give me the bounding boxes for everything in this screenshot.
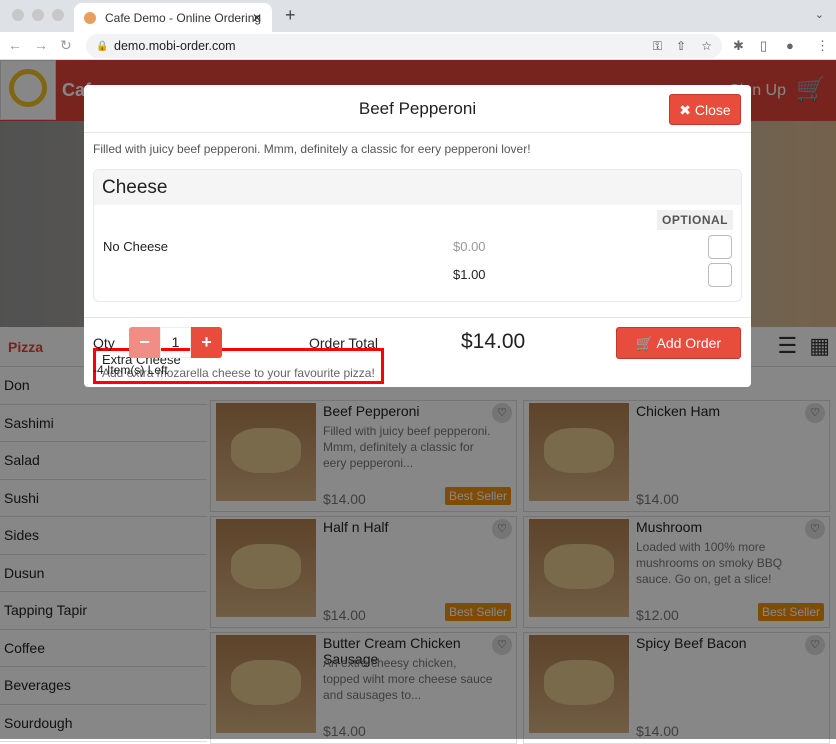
close-icon: ✖ bbox=[679, 102, 695, 118]
close-tab-icon[interactable]: ✕ bbox=[252, 11, 262, 25]
share-icon[interactable]: ⇧ bbox=[676, 39, 686, 53]
forward-icon[interactable]: → bbox=[34, 37, 48, 53]
add-order-button[interactable]: 🛒 Add Order bbox=[616, 327, 741, 359]
browser-tabbar: Cafe Demo - Online Ordering ✕ + ⌄ bbox=[0, 0, 836, 32]
qty-label: Qty bbox=[93, 335, 115, 351]
modal-title: Beef Pepperoni ✖ Close bbox=[84, 85, 751, 133]
product-modal: Beef Pepperoni ✖ Close Filled with juicy… bbox=[84, 85, 751, 387]
option-checkbox[interactable] bbox=[708, 263, 732, 287]
option-checkbox[interactable] bbox=[708, 235, 732, 259]
close-label: Close bbox=[694, 102, 731, 118]
option-extra-cheese: $1.00 bbox=[94, 263, 741, 291]
back-icon[interactable]: ← bbox=[8, 37, 22, 53]
tab-title: Cafe Demo - Online Ordering bbox=[105, 10, 262, 25]
items-left: -4 Item(s) Left bbox=[93, 363, 168, 377]
reload-icon[interactable]: ↻ bbox=[60, 37, 72, 54]
window-controls[interactable] bbox=[12, 9, 64, 21]
optional-badge: OPTIONAL bbox=[657, 210, 733, 230]
option-no-cheese: No Cheese $0.00 bbox=[94, 235, 741, 263]
add-order-label: Add Order bbox=[656, 335, 722, 351]
order-total: $14.00 bbox=[461, 330, 526, 353]
browser-tab[interactable]: Cafe Demo - Online Ordering ✕ bbox=[74, 3, 272, 32]
url-input[interactable]: 🔒 demo.mobi-order.com ⚿ ⇧ ☆ bbox=[86, 34, 722, 58]
profile-icon[interactable]: ● bbox=[786, 38, 794, 53]
favicon-icon bbox=[84, 11, 96, 24]
new-tab-icon[interactable]: + bbox=[285, 5, 296, 26]
lock-icon: 🔒 bbox=[96, 40, 109, 52]
address-bar-row: ← → ↻ 🔒 demo.mobi-order.com ⚿ ⇧ ☆ ✱ ▯ ● ⋮ bbox=[0, 32, 836, 60]
modal-title-text: Beef Pepperoni bbox=[358, 99, 477, 118]
star-icon[interactable]: ☆ bbox=[701, 39, 712, 53]
modal-description: Filled with juicy beef pepperoni. Mmm, d… bbox=[93, 142, 531, 156]
extensions-icon[interactable]: ✱ bbox=[733, 38, 744, 54]
key-icon[interactable]: ⚿ bbox=[653, 39, 662, 54]
option-group-cheese: Cheese OPTIONAL No Cheese $0.00 $1.00 bbox=[93, 169, 742, 302]
option-price: $1.00 bbox=[453, 267, 486, 282]
order-total-label: Order Total bbox=[309, 335, 378, 351]
option-name: No Cheese bbox=[103, 239, 169, 254]
url-text: demo.mobi-order.com bbox=[114, 39, 236, 53]
close-button[interactable]: ✖ Close bbox=[669, 94, 741, 125]
increase-qty-button[interactable]: + bbox=[191, 327, 222, 358]
modal-footer: Qty − 1 + -4 Item(s) Left Order Total $1… bbox=[84, 317, 751, 387]
cart-icon: 🛒 bbox=[635, 335, 657, 351]
chevron-down-icon[interactable]: ⌄ bbox=[815, 8, 824, 21]
option-group-title: Cheese bbox=[94, 170, 741, 205]
menu-icon[interactable]: ⋮ bbox=[816, 38, 829, 54]
option-price: $0.00 bbox=[453, 239, 486, 254]
sidepanel-icon[interactable]: ▯ bbox=[760, 38, 767, 54]
decrease-qty-button[interactable]: − bbox=[129, 327, 160, 358]
qty-input[interactable]: 1 bbox=[160, 327, 191, 358]
